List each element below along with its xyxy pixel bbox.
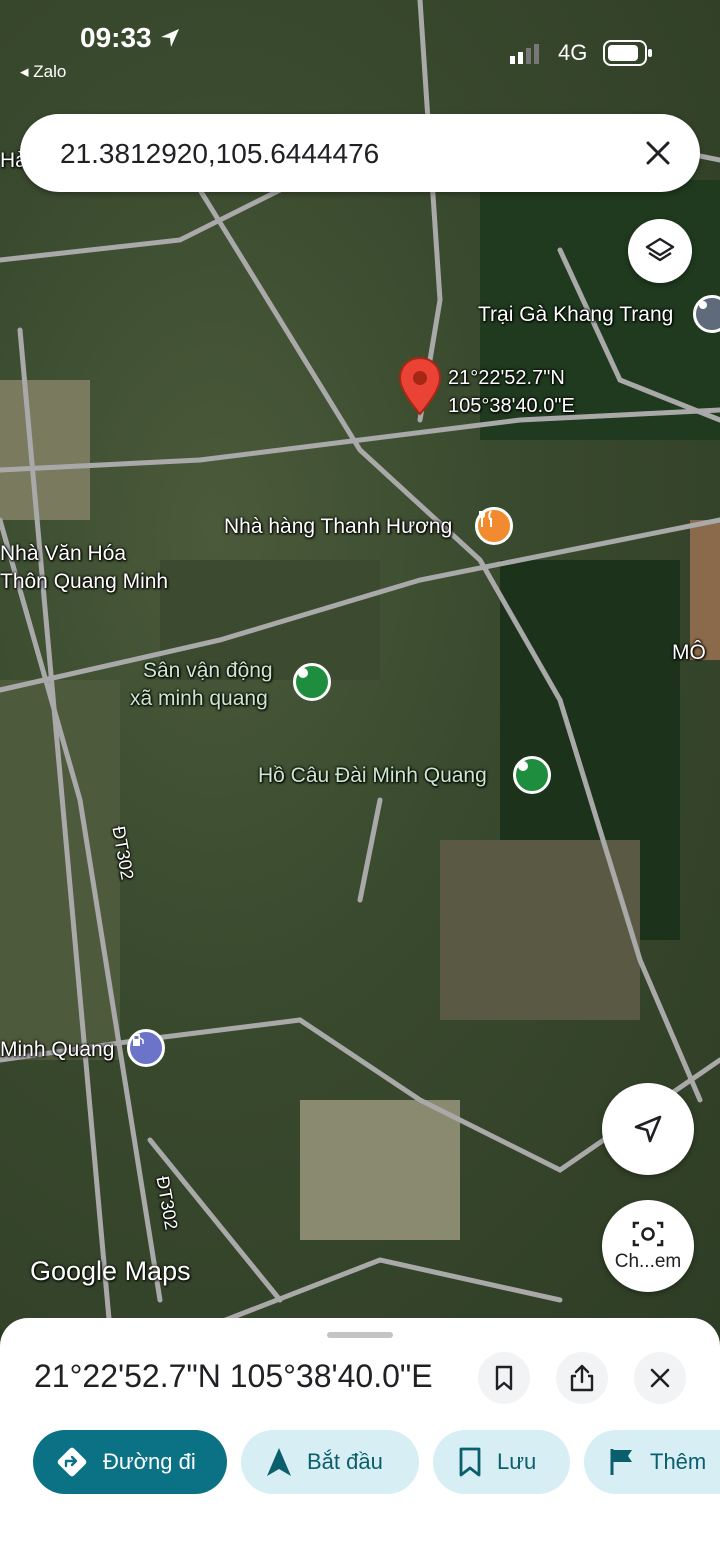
label-nha-van-hoa-2[interactable]: Thôn Quang Minh xyxy=(0,569,168,595)
park-dot-icon xyxy=(518,761,528,771)
close-icon xyxy=(646,141,670,165)
directions-icon xyxy=(57,1447,87,1477)
search-input[interactable] xyxy=(58,128,622,180)
google-maps-logo: Google Maps xyxy=(30,1256,191,1286)
directions-button[interactable]: Đường đi xyxy=(33,1430,227,1494)
start-label: Bắt đầu xyxy=(307,1449,383,1474)
status-bar: 09:33 ◂ Zalo 4G xyxy=(0,0,720,100)
label-mo: MÔ xyxy=(672,641,706,664)
layers-button[interactable] xyxy=(628,219,692,283)
status-time: 09:33 xyxy=(80,22,181,54)
more-label: Thêm xyxy=(650,1449,707,1474)
lens-button[interactable]: Ch...em xyxy=(602,1200,694,1292)
red-pin-icon[interactable] xyxy=(398,356,442,416)
label-nha-hang[interactable]: Nhà hàng Thanh Hương xyxy=(224,514,452,540)
navigation-arrow-icon xyxy=(634,1115,662,1143)
park-dot-icon xyxy=(298,668,308,678)
save-label: Lưu xyxy=(497,1449,537,1474)
pin-dot-icon xyxy=(699,301,707,309)
battery-icon xyxy=(603,40,652,66)
lake-poi-icon[interactable] xyxy=(513,756,551,794)
bookmark-button[interactable] xyxy=(478,1352,530,1404)
share-icon xyxy=(570,1364,594,1392)
flag-icon xyxy=(610,1449,632,1475)
network-type: 4G xyxy=(558,40,588,65)
search-bar[interactable] xyxy=(20,114,700,192)
clear-search-button[interactable] xyxy=(638,133,678,173)
pin-lat-label: 21°22'52.7"N xyxy=(448,367,565,389)
back-to-app[interactable]: ◂ Zalo xyxy=(20,62,66,82)
directions-label: Đường đi xyxy=(103,1449,196,1474)
drag-handle[interactable] xyxy=(327,1332,393,1338)
fuel-pump-icon xyxy=(133,1034,144,1046)
share-button[interactable] xyxy=(556,1352,608,1404)
camera-lens-icon xyxy=(632,1221,664,1247)
save-button[interactable]: Lưu xyxy=(433,1430,570,1494)
label-trai-ga[interactable]: Trại Gà Khang Trang xyxy=(478,302,673,328)
navigation-start-icon xyxy=(267,1448,291,1476)
more-button[interactable]: Thêm xyxy=(584,1430,720,1494)
restaurant-icon[interactable] xyxy=(475,507,513,545)
fork-knife-icon xyxy=(479,510,492,527)
place-title: 21°22'52.7"N 105°38'40.0"E xyxy=(34,1358,433,1394)
place-bottom-sheet[interactable]: 21°22'52.7"N 105°38'40.0"E Đường đi Bắt … xyxy=(0,1318,720,1564)
bookmark-icon xyxy=(495,1365,513,1391)
label-nha-van-hoa-1[interactable]: Nhà Văn Hóa xyxy=(0,541,126,567)
layers-icon xyxy=(645,237,675,262)
label-ho-cau[interactable]: Hồ Câu Đài Minh Quang xyxy=(258,763,487,789)
label-san-van-dong-1[interactable]: Sân vận động xyxy=(143,658,273,684)
location-arrow-icon xyxy=(161,29,180,47)
signal-icon xyxy=(510,44,539,64)
lens-label: Ch...em xyxy=(614,1251,682,1272)
label-minh-quang[interactable]: Minh Quang xyxy=(0,1037,114,1063)
bookmark-icon xyxy=(459,1447,481,1477)
close-icon xyxy=(650,1368,670,1388)
start-button[interactable]: Bắt đầu xyxy=(241,1430,419,1494)
gas-station-icon[interactable] xyxy=(127,1029,165,1067)
stadium-poi-icon[interactable] xyxy=(293,663,331,701)
my-location-button[interactable] xyxy=(602,1083,694,1175)
label-san-van-dong-2[interactable]: xã minh quang xyxy=(130,686,268,712)
close-sheet-button[interactable] xyxy=(634,1352,686,1404)
pin-lon-label: 105°38'40.0"E xyxy=(448,395,575,417)
